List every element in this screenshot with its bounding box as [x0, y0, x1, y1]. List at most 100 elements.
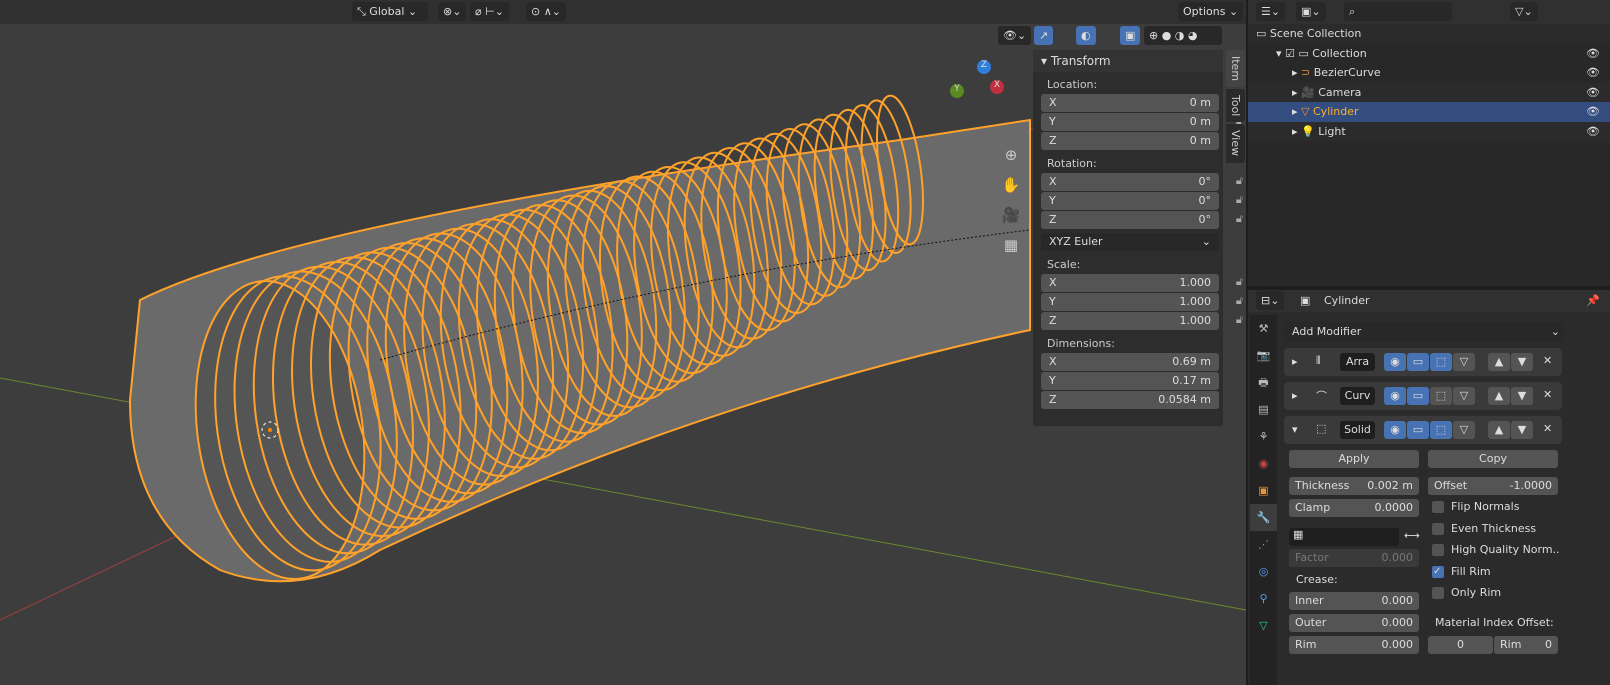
expand-toggle-icon[interactable]: ▸	[1292, 389, 1298, 402]
thickness-field[interactable]: Thickness 0.002 m	[1289, 477, 1419, 495]
remove-modifier-icon[interactable]: ✕	[1543, 422, 1552, 435]
particles-tab-icon[interactable]: ⋰	[1250, 531, 1277, 558]
world-tab-icon[interactable]: ◉	[1250, 450, 1277, 477]
vertex-group-field[interactable]: ▦	[1289, 528, 1399, 546]
copy-button[interactable]: Copy	[1428, 450, 1558, 468]
lock-icon[interactable]: 🔓︎	[1236, 294, 1243, 308]
pin-icon[interactable]: 📌	[1586, 290, 1600, 312]
zoom-icon[interactable]: ⊕	[1000, 140, 1022, 170]
add-modifier-dropdown[interactable]: Add Modifier ⌄	[1284, 322, 1564, 342]
factor-field[interactable]: Factor 0.000	[1289, 549, 1419, 567]
eye-icon[interactable]: 👁	[1586, 83, 1600, 103]
eye-icon[interactable]: 👁	[1586, 44, 1600, 64]
checkbox-even[interactable]: Even Thickness	[1432, 522, 1536, 535]
proportional-edit-icon[interactable]: ⊙ ∧⌄	[526, 2, 566, 21]
render-tab-icon[interactable]: 📷	[1250, 342, 1277, 369]
outliner-item[interactable]: ▸ ⊃ BezierCurve 👁	[1248, 63, 1610, 83]
dimensions-y-field[interactable]: Y 0.17 m	[1041, 372, 1219, 390]
checkbox-box[interactable]	[1432, 501, 1444, 513]
view-layer-tab-icon[interactable]: ▤	[1250, 396, 1277, 423]
tab-tool[interactable]: Tool	[1226, 89, 1245, 123]
editmode-toggle-icon[interactable]: ⬚	[1430, 421, 1452, 439]
rotation-x-field[interactable]: X 0°	[1041, 173, 1219, 191]
gizmo-z[interactable]: Z	[977, 60, 991, 74]
display-mode-icon[interactable]: ☰⌄	[1256, 2, 1286, 21]
data-tab-icon[interactable]: ▽	[1250, 612, 1277, 639]
rotation-mode-dropdown[interactable]: XYZ Euler ⌄	[1041, 233, 1219, 251]
modifier-name-field[interactable]: Arra	[1340, 353, 1375, 371]
eye-icon[interactable]: 👁	[1586, 63, 1600, 83]
checkbox-only[interactable]: Only Rim	[1432, 586, 1501, 599]
ortho-grid-icon[interactable]: ▦	[1000, 230, 1022, 260]
options-dropdown[interactable]: Options ⌄	[1178, 2, 1244, 21]
outliner-item[interactable]: ▸ ▽ Cylinder 👁	[1248, 102, 1610, 122]
shading-mode-buttons[interactable]: ⊕ ● ◑ ◕	[1144, 26, 1222, 45]
checkbox-fill[interactable]: ✓ Fill Rim	[1432, 565, 1491, 578]
checkbox-box[interactable]	[1432, 544, 1444, 556]
clamp-field[interactable]: Clamp 0.0000	[1289, 499, 1419, 517]
viewport-toggle-icon[interactable]: ▭	[1407, 353, 1429, 371]
lock-icon[interactable]: 🔓︎	[1236, 174, 1243, 188]
outliner-item[interactable]: ▸ 🎥 Camera 👁	[1248, 82, 1610, 103]
modifier-name-field[interactable]: Curv	[1340, 387, 1375, 405]
modifier-name-field[interactable]: Solid	[1340, 421, 1375, 439]
expand-toggle-icon[interactable]: ▸	[1292, 355, 1298, 368]
tool-tab-icon[interactable]: ⚒	[1250, 315, 1277, 342]
editmode-toggle-icon[interactable]: ⬚	[1430, 353, 1452, 371]
apply-button[interactable]: Apply	[1289, 450, 1419, 468]
checkbox-box[interactable]: ✓	[1432, 565, 1444, 578]
lock-icon[interactable]: 🔓︎	[1236, 212, 1243, 226]
transform-header[interactable]: ▾ Transform	[1033, 50, 1223, 72]
xray-icon[interactable]: ▣	[1120, 26, 1141, 45]
material-offset-field[interactable]: 0	[1428, 636, 1493, 654]
viewport-toggle-icon[interactable]: ▭	[1407, 387, 1429, 405]
move-up-icon[interactable]: ▲	[1488, 421, 1510, 439]
filter-icon[interactable]: ▽⌄	[1510, 2, 1538, 21]
checkbox-box[interactable]	[1432, 587, 1444, 599]
output-tab-icon[interactable]: 🖶	[1250, 369, 1277, 396]
checkbox-box[interactable]	[1432, 522, 1444, 535]
offset-field[interactable]: Offset -1.0000	[1428, 477, 1558, 495]
transform-orientation-dropdown[interactable]: ⤡ Global ⌄	[352, 2, 428, 21]
crease-inner-field[interactable]: Inner 0.000	[1289, 592, 1419, 610]
location-z-field[interactable]: Z 0 m	[1041, 132, 1219, 150]
dimensions-x-field[interactable]: X 0.69 m	[1041, 353, 1219, 371]
tab-view[interactable]: View	[1226, 124, 1245, 163]
eye-icon[interactable]: 👁	[1586, 102, 1600, 122]
gizmo-y[interactable]: Y	[950, 84, 964, 98]
pivot-point-icon[interactable]: ⊗⌄	[438, 2, 467, 21]
lock-icon[interactable]: 🔓︎	[1236, 193, 1243, 207]
object-tab-icon[interactable]: ▣	[1250, 477, 1277, 504]
snap-icon[interactable]: ⌀ ⊢⌄	[470, 2, 509, 21]
lock-icon[interactable]: 🔓︎	[1236, 275, 1243, 289]
view-filter-icon[interactable]: ▣⌄	[1296, 2, 1326, 21]
outliner-item[interactable]: ▸ 💡 Light 👁	[1248, 121, 1610, 142]
scale-y-field[interactable]: Y 1.000	[1041, 293, 1219, 311]
move-down-icon[interactable]: ▼	[1511, 421, 1533, 439]
eye-icon[interactable]: 👁	[1586, 122, 1600, 142]
collection-row[interactable]: ▾ ☑ ▭ Collection 👁	[1248, 44, 1610, 64]
rotation-z-field[interactable]: Z 0°	[1041, 211, 1219, 229]
outliner-search-input[interactable]: ⌕	[1344, 2, 1452, 21]
move-down-icon[interactable]: ▼	[1511, 387, 1533, 405]
move-up-icon[interactable]: ▲	[1488, 353, 1510, 371]
scene-tab-icon[interactable]: ⚘	[1250, 423, 1277, 450]
dimensions-z-field[interactable]: Z 0.0584 m	[1041, 391, 1219, 409]
location-x-field[interactable]: X 0 m	[1041, 94, 1219, 112]
lock-icon[interactable]: 🔓︎	[1236, 313, 1243, 327]
constraints-tab-icon[interactable]: ⚲	[1250, 585, 1277, 612]
crease-rim-field[interactable]: Rim 0.000	[1289, 636, 1419, 654]
material-rim-field[interactable]: Rim 0	[1494, 636, 1558, 654]
editmode-toggle-icon[interactable]: ⬚	[1430, 387, 1452, 405]
remove-modifier-icon[interactable]: ✕	[1543, 354, 1552, 367]
gizmo-x[interactable]: X	[990, 80, 1004, 94]
cage-toggle-icon[interactable]: ▽	[1453, 421, 1475, 439]
modifier-tab-icon[interactable]: 🔧	[1250, 504, 1277, 531]
scene-collection-row[interactable]: ▭ Scene Collection	[1248, 24, 1610, 44]
expand-toggle-icon[interactable]: ▾	[1292, 423, 1298, 436]
remove-modifier-icon[interactable]: ✕	[1543, 388, 1552, 401]
gizmo-toggle-icon[interactable]: ↗	[1034, 26, 1054, 45]
rotation-y-field[interactable]: Y 0°	[1041, 192, 1219, 210]
camera-view-icon[interactable]: 🎥	[1000, 200, 1022, 230]
editor-type-icon[interactable]: ⊟⌄	[1256, 291, 1285, 310]
